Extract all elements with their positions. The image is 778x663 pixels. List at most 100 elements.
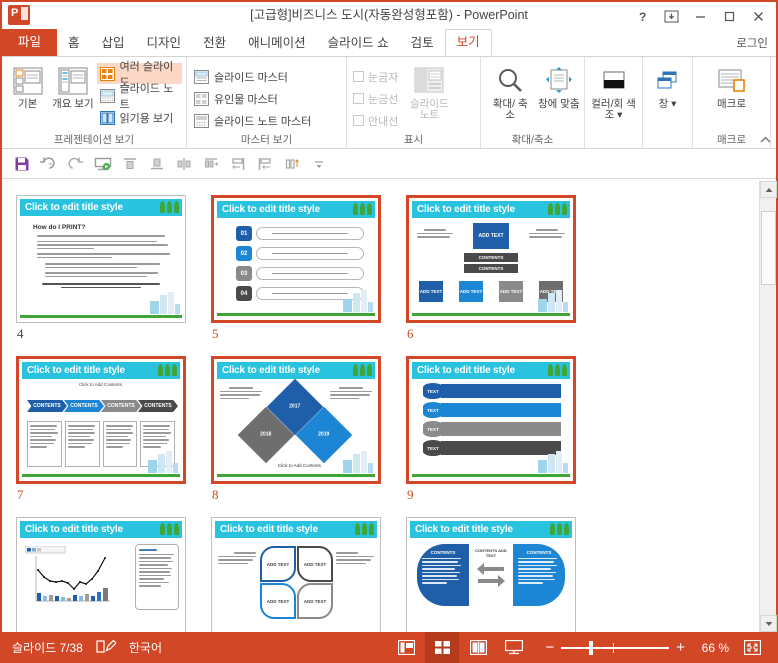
zoom-level[interactable]: 66 % — [693, 641, 733, 655]
normal-view-button[interactable]: 기본 — [6, 62, 49, 110]
notes-page-button[interactable]: 슬라이드 노트 — [97, 83, 182, 111]
slideshow-button[interactable] — [497, 632, 531, 663]
slide-cell-8[interactable]: Click to edit title style 2017 2018 2019… — [211, 356, 406, 517]
notes-button[interactable]: 슬라이드 노트 — [406, 62, 452, 121]
guides-checkbox[interactable]: 안내선 — [351, 110, 402, 131]
tab-slideshow[interactable]: 슬라이드 쇼 — [317, 31, 400, 56]
slide-cell-12[interactable]: Click to edit title style CONTENTS CONTE… — [406, 517, 601, 632]
slide5-num: 02 — [236, 246, 252, 261]
zoom-button[interactable]: 확대/ 축소 — [489, 62, 532, 121]
collapse-ribbon-icon[interactable] — [760, 136, 771, 147]
align-center-icon[interactable] — [170, 152, 197, 176]
zoom-in-button[interactable]: + — [676, 639, 685, 656]
align-right-icon[interactable] — [251, 152, 278, 176]
slide6-contents-bar-1: CONTENTS — [464, 253, 518, 262]
color-grayscale-button[interactable]: 컬러/회 색조 ▾ — [589, 62, 638, 121]
fit-to-window-button[interactable]: 창에 맞춤 — [538, 62, 581, 110]
outline-view-button[interactable]: 개요 보기 — [51, 62, 94, 110]
city-decoration-icon — [538, 290, 568, 312]
slide-thumbnail-10[interactable]: Click to edit title style — [16, 517, 186, 632]
slide4-heading: How do I PRINT? — [33, 224, 86, 231]
slide-number-9: 9 — [407, 487, 414, 502]
align-middle-icon[interactable] — [143, 152, 170, 176]
tab-insert[interactable]: 삽입 — [91, 31, 136, 56]
slide-sorter-button[interactable] — [425, 632, 460, 663]
align-top-icon[interactable] — [116, 152, 143, 176]
slide-cell-4[interactable]: Click to edit title style How do I PRINT… — [16, 195, 211, 356]
ruler-checkbox[interactable]: 눈금자 — [351, 66, 402, 87]
vertical-scrollbar[interactable] — [759, 181, 777, 632]
start-slideshow-icon[interactable] — [89, 152, 116, 176]
tab-home[interactable]: 홈 — [57, 31, 91, 56]
scrollbar-thumb[interactable] — [761, 211, 776, 285]
slide11-left-text — [218, 552, 256, 566]
slide11-petal: ADD TEXT — [297, 583, 333, 619]
signin-link[interactable]: 로그인 — [736, 35, 768, 51]
help-button[interactable]: ? — [628, 4, 656, 28]
window-button[interactable]: 창 ▾ — [647, 62, 688, 110]
slide-cell-5[interactable]: Click to edit title style 01 02 03 04 5 — [211, 195, 406, 356]
slide-cell-11[interactable]: Click to edit title style ADD TEXT ADD T… — [211, 517, 406, 632]
zoom-track[interactable] — [561, 640, 670, 655]
scroll-down-button[interactable] — [760, 615, 777, 632]
macro-button[interactable]: 매크로 — [706, 62, 758, 110]
maximize-button[interactable] — [715, 4, 743, 28]
quick-access-toolbar — [2, 149, 776, 179]
ribbon-display-options-icon[interactable] — [657, 4, 685, 28]
slide-thumbnail-11[interactable]: Click to edit title style ADD TEXT ADD T… — [211, 517, 381, 632]
slide-master-button[interactable]: 슬라이드 마스터 — [191, 66, 315, 87]
group-label-show: 표시 — [403, 134, 424, 146]
notes-master-button[interactable]: 슬라이드 노트 마스터 — [191, 110, 315, 131]
zoom-out-button[interactable]: − — [545, 639, 554, 656]
redo-icon[interactable] — [62, 152, 89, 176]
zoom-slider[interactable]: − + — [545, 639, 685, 656]
slide-cell-7[interactable]: Click to edit title style Click to Add C… — [16, 356, 211, 517]
distribute-horizontal-icon[interactable] — [197, 152, 224, 176]
minimize-button[interactable] — [686, 4, 714, 28]
normal-view-button[interactable] — [389, 632, 423, 663]
zoom-label: 확대/ 축소 — [492, 98, 528, 121]
slide-cell-9[interactable]: Click to edit title style TEXT TEXT TEXT… — [406, 356, 601, 517]
tab-file[interactable]: 파일 — [2, 29, 58, 56]
tab-view[interactable]: 보기 — [444, 29, 492, 56]
undo-icon[interactable] — [35, 152, 62, 176]
slide-thumbnail-8[interactable]: Click to edit title style 2017 2018 2019… — [211, 356, 381, 484]
ribbon-group-show: 눈금자 눈금선 안내선 슬라이드 노트 표시 — [347, 57, 481, 148]
slide-thumbnail-4[interactable]: Click to edit title style How do I PRINT… — [16, 195, 186, 323]
handout-master-button[interactable]: 유인물 마스터 — [191, 88, 315, 109]
slide-cell-10[interactable]: Click to edit title style — [16, 517, 211, 632]
distribute-vertical-icon[interactable] — [278, 152, 305, 176]
tab-design[interactable]: 디자인 — [136, 31, 193, 56]
slide-title-placeholder: Click to edit title style — [20, 521, 182, 538]
slide-thumbnail-7[interactable]: Click to edit title style Click to Add C… — [16, 356, 186, 484]
tab-animations[interactable]: 애니메이션 — [237, 31, 317, 56]
gridlines-checkbox[interactable]: 눈금선 — [351, 88, 402, 109]
tab-review[interactable]: 검토 — [400, 31, 445, 56]
reading-view-button[interactable] — [461, 632, 495, 663]
slide4-note — [37, 283, 165, 288]
reading-view-button[interactable]: 읽기용 보기 — [97, 107, 182, 128]
qat-more-icon[interactable] — [305, 152, 332, 176]
scroll-up-button[interactable] — [760, 181, 777, 198]
fit-slide-to-window-icon[interactable] — [735, 632, 769, 663]
slide7-chevron: CONTENTS — [138, 400, 178, 412]
svg-text:?: ? — [639, 10, 646, 23]
align-left-icon[interactable] — [224, 152, 251, 176]
slide8-left-text — [220, 387, 262, 401]
tree-decoration-icon — [548, 364, 567, 376]
notes-comments-icon[interactable] — [96, 639, 117, 657]
slide-cell-6[interactable]: Click to edit title style ADD TEXT CONTE… — [406, 195, 601, 356]
tab-transitions[interactable]: 전환 — [192, 31, 237, 56]
close-button[interactable] — [744, 4, 772, 28]
zoom-handle[interactable] — [589, 640, 594, 655]
slide-title-placeholder: Click to edit title style — [412, 201, 570, 218]
outline-view-label: 개요 보기 — [52, 98, 94, 110]
slide-thumbnail-5[interactable]: Click to edit title style 01 02 03 04 — [211, 195, 381, 323]
slide-thumbnail-6[interactable]: Click to edit title style ADD TEXT CONTE… — [406, 195, 576, 323]
slide-counter[interactable]: 슬라이드 7/38 — [12, 639, 83, 656]
language-indicator[interactable]: 한국어 — [129, 639, 162, 656]
slide-sorter-pane[interactable]: Click to edit title style How do I PRINT… — [2, 181, 776, 632]
slide-thumbnail-12[interactable]: Click to edit title style CONTENTS CONTE… — [406, 517, 576, 632]
slide-thumbnail-9[interactable]: Click to edit title style TEXT TEXT TEXT… — [406, 356, 576, 484]
save-icon[interactable] — [8, 152, 35, 176]
